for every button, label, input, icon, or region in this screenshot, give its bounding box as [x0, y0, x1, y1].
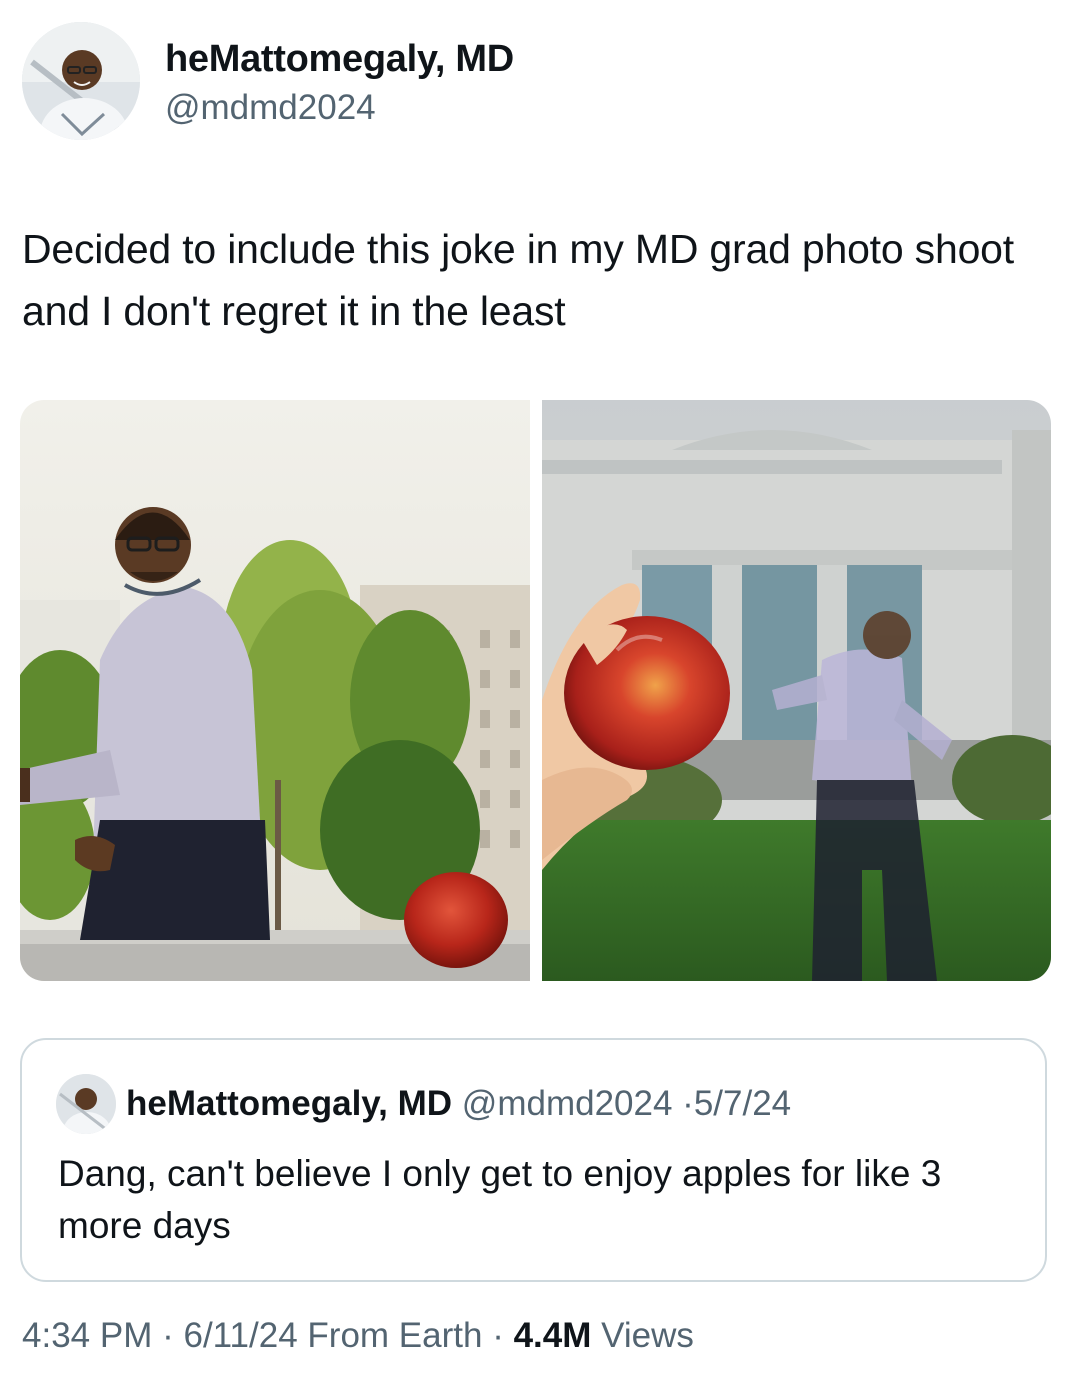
photo-apple-in-hand[interactable]	[542, 400, 1051, 981]
quote-date[interactable]: 5/7/24	[694, 1084, 791, 1123]
media-grid	[20, 400, 1051, 981]
quote-display-name[interactable]: heMattomegaly, MD	[126, 1084, 452, 1123]
views-count[interactable]: 4.4M	[514, 1316, 592, 1355]
user-avatar-icon	[22, 22, 140, 140]
author-avatar[interactable]	[22, 22, 140, 140]
photo-doctor-with-apple[interactable]	[20, 400, 530, 981]
quote-separator: ·	[682, 1084, 694, 1123]
meta-separator: ·	[492, 1316, 504, 1355]
meta-separator: ·	[162, 1316, 174, 1355]
author-handle[interactable]: @mdmd2024	[165, 88, 376, 128]
quote-handle[interactable]: @mdmd2024	[462, 1084, 673, 1123]
quoted-tweet[interactable]: heMattomegaly, MD @mdmd2024 ·5/7/24 Dang…	[20, 1038, 1047, 1282]
tweet-time[interactable]: 4:34 PM	[22, 1316, 152, 1355]
tweet-text: Decided to include this joke in my MD gr…	[22, 226, 1014, 334]
views-label[interactable]: Views	[601, 1316, 694, 1355]
author-display-name[interactable]: heMattomegaly, MD	[165, 38, 514, 81]
tweet-meta: 4:34 PM · 6/11/24 From Earth · 4.4M View…	[22, 1316, 694, 1356]
user-avatar-icon	[56, 1074, 116, 1134]
quote-author-avatar[interactable]	[56, 1074, 116, 1134]
tweet: heMattomegaly, MD @mdmd2024 Decided to i…	[0, 0, 1080, 1389]
quote-header: heMattomegaly, MD @mdmd2024 ·5/7/24	[126, 1084, 791, 1124]
tweet-source: From Earth	[307, 1316, 483, 1355]
tweet-date[interactable]: 6/11/24	[183, 1316, 297, 1355]
quote-text: Dang, can't believe I only get to enjoy …	[58, 1153, 942, 1246]
